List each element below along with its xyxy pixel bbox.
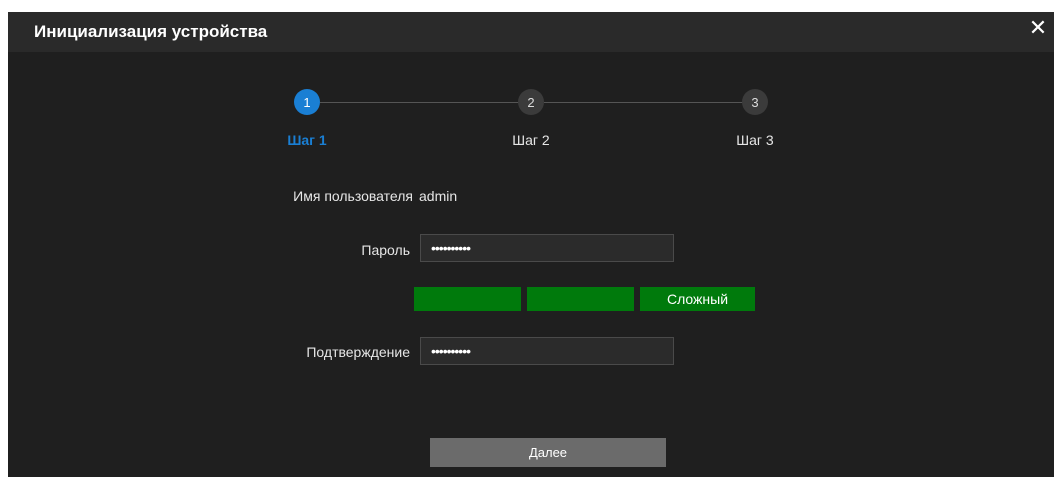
step-1-circle: 1 (294, 89, 320, 115)
username-value: admin (419, 188, 458, 204)
init-dialog: Инициализация устройства ✕ 1 2 3 Шаг 1 Ш… (8, 12, 1054, 477)
strength-bar-weak (414, 287, 521, 311)
confirm-input[interactable]: •••••••••• (420, 337, 674, 365)
stepper: 1 2 3 Шаг 1 Шаг 2 Шаг 3 (8, 12, 1054, 172)
password-label: Пароль (361, 242, 410, 258)
step-1-label: Шаг 1 (287, 132, 327, 148)
step-3-circle: 3 (742, 89, 768, 115)
step-3-label: Шаг 3 (736, 132, 774, 148)
username-label: Имя пользователя (293, 188, 413, 204)
strength-bar-strong: Сложный (640, 287, 755, 311)
password-input[interactable]: •••••••••• (420, 234, 674, 262)
confirm-label: Подтверждение (306, 344, 410, 360)
step-connector (320, 102, 520, 103)
strength-bar-medium (527, 287, 634, 311)
step-2-circle: 2 (518, 89, 544, 115)
next-button[interactable]: Далее (430, 438, 666, 467)
step-2-label: Шаг 2 (512, 132, 550, 148)
step-connector (544, 102, 744, 103)
